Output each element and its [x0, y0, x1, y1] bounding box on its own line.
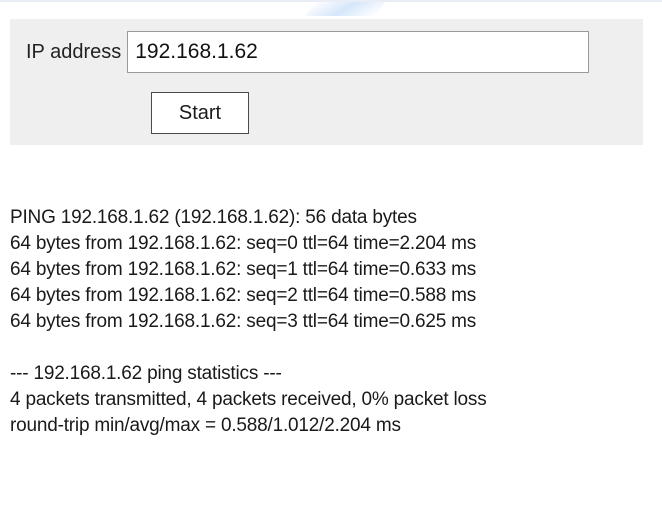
ping-stats-title: --- 192.168.1.62 ping statistics --- — [10, 363, 282, 384]
ping-stats-rtt: round-trip min/avg/max = 0.588/1.012/2.2… — [10, 415, 401, 436]
ping-output: PING 192.168.1.62 (192.168.1.62): 56 dat… — [10, 205, 655, 439]
ping-reply-line: 64 bytes from 192.168.1.62: seq=1 ttl=64… — [10, 259, 477, 280]
ping-form-panel: IP address Start — [10, 19, 643, 145]
start-button[interactable]: Start — [151, 92, 249, 134]
ip-address-input[interactable] — [127, 31, 590, 73]
ip-address-label: IP address — [26, 41, 122, 63]
ping-reply-line: 64 bytes from 192.168.1.62: seq=2 ttl=64… — [10, 285, 477, 306]
ping-header-line: PING 192.168.1.62 (192.168.1.62): 56 dat… — [10, 207, 417, 228]
ping-stats-packets: 4 packets transmitted, 4 packets receive… — [10, 389, 487, 410]
ping-reply-line: 64 bytes from 192.168.1.62: seq=0 ttl=64… — [10, 233, 477, 254]
ping-reply-line: 64 bytes from 192.168.1.62: seq=3 ttl=64… — [10, 311, 477, 332]
decorative-accent — [305, 2, 385, 16]
ip-address-row: IP address — [26, 31, 590, 73]
output-spacer — [10, 335, 655, 361]
